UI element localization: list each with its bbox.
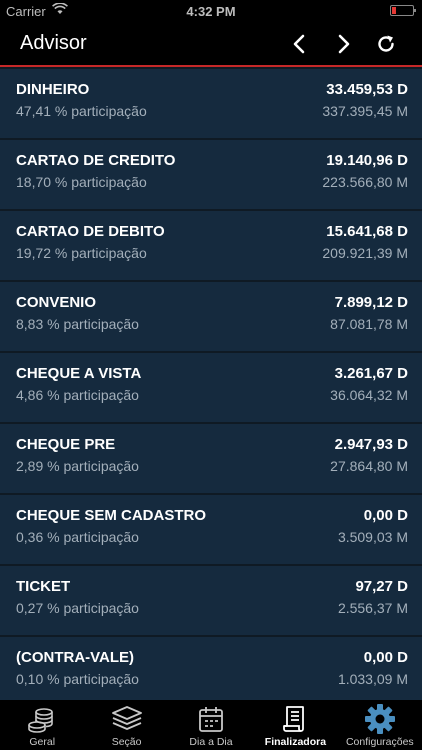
item-participation: 0,10 % participação <box>16 671 139 687</box>
item-month-value: 209.921,39 M <box>322 245 408 261</box>
item-value: 7.899,12 D <box>334 294 408 311</box>
item-month-value: 2.556,37 M <box>337 600 408 616</box>
refresh-icon <box>378 35 394 52</box>
item-value: 15.641,68 D <box>326 223 408 240</box>
item-participation: 4,86 % participação <box>16 387 139 403</box>
item-name: DINHEIRO <box>16 81 90 98</box>
item-value: 0,00 D <box>363 507 408 524</box>
item-value: 2.947,93 D <box>334 436 408 453</box>
item-name: CARTAO DE CREDITO <box>16 152 176 169</box>
item-month-value: 3.509,03 M <box>337 529 408 545</box>
tab-label: Configurações <box>345 736 414 748</box>
coins-icon <box>27 704 57 734</box>
item-name: CARTAO DE DEBITO <box>16 223 165 240</box>
chevron-left-icon <box>293 34 305 54</box>
item-participation: 18,70 % participação <box>16 174 147 190</box>
page-title: Advisor <box>20 32 87 54</box>
list-item[interactable]: DINHEIRO 47,41 % participação 33.459,53 … <box>0 69 422 138</box>
item-value: 19.140,96 D <box>326 152 408 169</box>
item-value: 33.459,53 D <box>326 81 408 98</box>
item-participation: 0,27 % participação <box>16 600 139 616</box>
item-month-value: 36.064,32 M <box>330 387 408 403</box>
tab-dia-a-dia[interactable]: Dia a Dia <box>169 700 253 750</box>
list-item[interactable]: CARTAO DE CREDITO 18,70 % participação 1… <box>0 140 422 209</box>
item-name: TICKET <box>16 578 71 595</box>
item-value: 97,27 D <box>355 578 408 595</box>
item-name: CONVENIO <box>16 294 97 311</box>
next-button[interactable] <box>330 30 358 58</box>
item-participation: 0,36 % participação <box>16 529 139 545</box>
item-month-value: 1.033,09 M <box>337 671 408 687</box>
item-participation: 19,72 % participação <box>16 245 147 261</box>
item-month-value: 27.864,80 M <box>330 458 408 474</box>
item-name: CHEQUE SEM CADASTRO <box>16 507 207 524</box>
item-participation: 47,41 % participação <box>16 103 147 119</box>
item-participation: 8,83 % participação <box>16 316 139 332</box>
list-item[interactable]: CONVENIO 8,83 % participação 7.899,12 D … <box>0 282 422 351</box>
layers-icon <box>111 704 143 734</box>
tab-label: Geral <box>29 736 56 748</box>
tab-geral[interactable]: Geral <box>0 700 84 750</box>
status-bar: Carrier 4:32 PM <box>0 0 422 22</box>
item-name: CHEQUE PRE <box>16 436 116 453</box>
item-name: CHEQUE A VISTA <box>16 365 142 382</box>
tab-configuracoes[interactable]: Configurações <box>338 700 422 750</box>
list-item[interactable]: CHEQUE A VISTA 4,86 % participação 3.261… <box>0 353 422 422</box>
item-month-value: 87.081,78 M <box>330 316 408 332</box>
list-item[interactable]: TICKET 0,27 % participação 97,27 D 2.556… <box>0 566 422 635</box>
item-value: 3.261,67 D <box>334 365 408 382</box>
item-value: 0,00 D <box>363 649 408 666</box>
list-item[interactable]: CHEQUE SEM CADASTRO 0,36 % participação … <box>0 495 422 564</box>
calendar-icon <box>198 704 224 734</box>
battery-icon <box>390 5 416 16</box>
tab-finalizadora[interactable]: Finalizadora <box>253 700 337 750</box>
nav-bar: Advisor <box>0 22 422 65</box>
item-participation: 2,89 % participação <box>16 458 139 474</box>
tab-label: Dia a Dia <box>189 736 233 748</box>
list-item[interactable]: CHEQUE PRE 2,89 % participação 2.947,93 … <box>0 424 422 493</box>
status-time: 4:32 PM <box>186 4 236 19</box>
tab-label: Seção <box>111 736 142 748</box>
item-name: (CONTRA-VALE) <box>16 649 135 666</box>
item-month-value: 223.566,80 M <box>322 174 408 190</box>
list-item[interactable]: CARTAO DE DEBITO 19,72 % participação 15… <box>0 211 422 280</box>
finalizadora-list[interactable]: DINHEIRO 47,41 % participação 33.459,53 … <box>0 67 422 700</box>
previous-button[interactable] <box>285 30 313 58</box>
tab-bar: Geral Seção Dia a Dia Finalizadora Confi… <box>0 700 422 750</box>
item-month-value: 337.395,45 M <box>322 103 408 119</box>
refresh-button[interactable] <box>372 30 400 58</box>
receipt-icon <box>282 704 308 734</box>
chevron-right-icon <box>338 34 350 54</box>
tab-secao[interactable]: Seção <box>84 700 168 750</box>
list-item[interactable]: (CONTRA-VALE) 0,10 % participação 0,00 D… <box>0 637 422 700</box>
gear-icon <box>364 704 396 734</box>
tab-label: Finalizadora <box>264 736 327 748</box>
